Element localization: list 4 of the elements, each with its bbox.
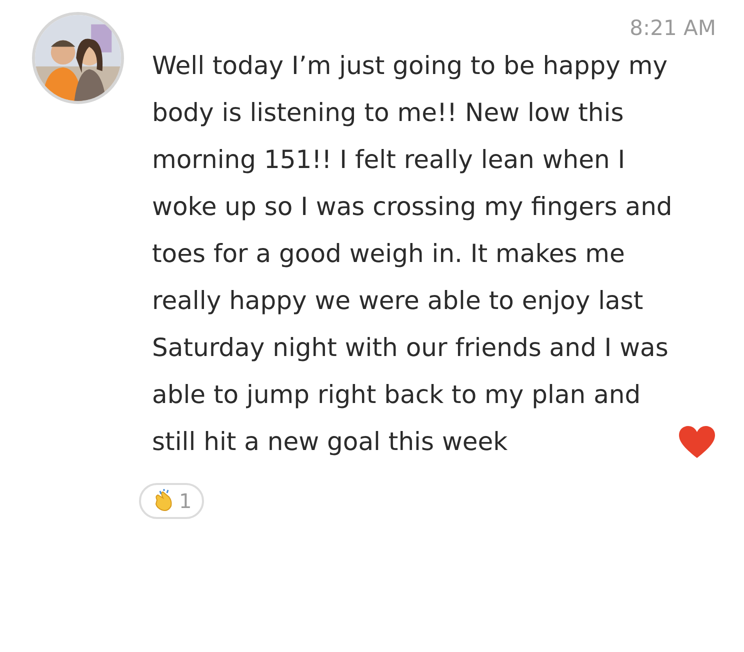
timestamp: 8:21 AM [630, 16, 716, 40]
post-text: Well today I’m just going to be happy my body is listening to me!! New low this morning 151!! I felt really lean when I woke up so I was crossing my fingers and toes for a good weigh in. It makes me really happy we were able to enjoy last Saturday night with our friends and I was able to jump right back to my plan and still hit a new goal this week [152, 50, 674, 458]
heart-icon [678, 425, 716, 459]
reaction-button[interactable]: 1 [139, 483, 204, 519]
